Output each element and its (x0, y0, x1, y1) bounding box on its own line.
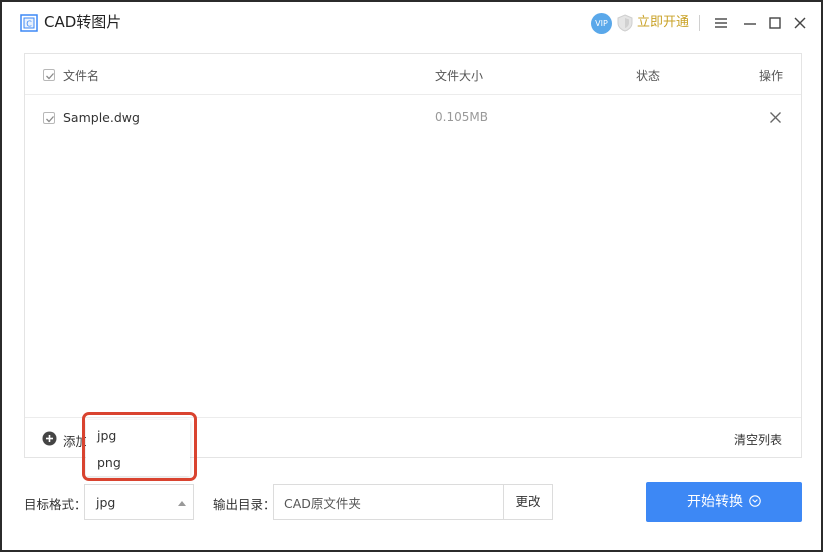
clear-list-button[interactable]: 清空列表 (734, 431, 782, 448)
file-list-header: 文件名 文件大小 状态 操作 (25, 54, 801, 95)
column-header-action: 操作 (759, 69, 784, 83)
file-list-panel: 文件名 文件大小 状态 操作 Sample.dwg 0.105MB 添加 清空列 (24, 53, 802, 458)
row-checkbox[interactable] (43, 112, 55, 124)
app-title: CAD转图片 (44, 13, 122, 31)
target-format-value: jpg (96, 495, 116, 510)
upgrade-link[interactable]: 立即开通 (637, 14, 689, 32)
target-format-label: 目标格式： (24, 497, 87, 512)
output-directory-field[interactable] (273, 484, 504, 520)
minimize-icon[interactable] (740, 13, 760, 33)
start-convert-button[interactable]: 开始转换 (646, 482, 802, 522)
file-size: 0.105MB (435, 110, 488, 124)
svg-text:C: C (26, 20, 32, 29)
cad-logo-icon: C (20, 14, 38, 32)
select-all-checkbox[interactable] (43, 69, 55, 81)
table-row[interactable]: Sample.dwg 0.105MB (25, 95, 801, 141)
start-convert-label: 开始转换 (687, 494, 743, 510)
close-icon[interactable] (790, 13, 810, 33)
app-window: C CAD转图片 VIP 立即开通 文件名 文件大小 状态 操作 Sample.… (0, 0, 823, 552)
column-header-status: 状态 (636, 69, 661, 83)
title-bar: C CAD转图片 VIP 立即开通 (2, 2, 821, 44)
file-name: Sample.dwg (63, 110, 140, 125)
remove-icon[interactable] (769, 111, 782, 124)
format-option-png[interactable]: png (97, 455, 121, 470)
menu-icon[interactable] (711, 13, 731, 33)
change-directory-button[interactable]: 更改 (503, 484, 553, 520)
add-files-button[interactable]: 添加 (63, 431, 88, 450)
output-directory-label: 输出目录： (213, 497, 276, 512)
column-header-name: 文件名 (63, 69, 100, 83)
chevron-down-circle-icon (749, 495, 761, 507)
titlebar-divider (699, 15, 700, 31)
caret-up-icon (178, 501, 186, 506)
shield-icon (617, 14, 633, 32)
target-format-select[interactable]: jpg (84, 484, 194, 520)
format-dropdown-menu: jpg png (86, 420, 190, 476)
column-header-size: 文件大小 (435, 69, 484, 83)
add-circle-icon[interactable] (42, 431, 57, 446)
vip-icon[interactable]: VIP (591, 13, 612, 34)
maximize-icon[interactable] (765, 13, 785, 33)
format-option-jpg[interactable]: jpg (97, 428, 116, 443)
